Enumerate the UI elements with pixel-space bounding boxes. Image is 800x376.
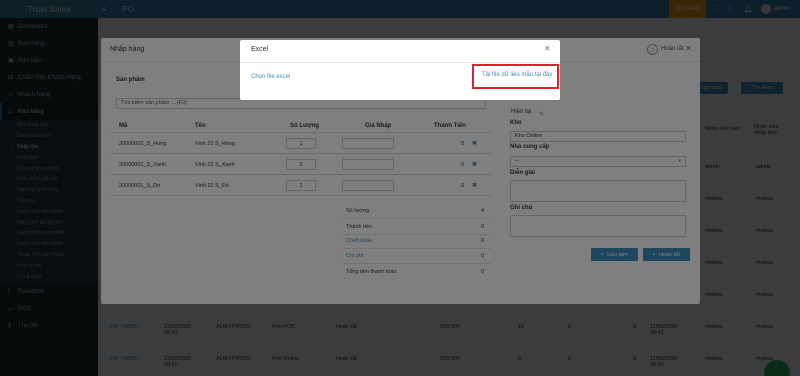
download-template-link[interactable]: Tải file dữ liệu mẫu tại đây xyxy=(482,72,552,78)
choose-excel-file-link[interactable]: Chọn file excel xyxy=(251,74,290,80)
close-icon[interactable]: ✕ xyxy=(544,44,551,53)
divider xyxy=(240,62,560,63)
excel-modal: Excel ✕ Chọn file excel Tải file dữ liệu… xyxy=(240,40,560,100)
modal-title: Excel xyxy=(251,46,269,53)
